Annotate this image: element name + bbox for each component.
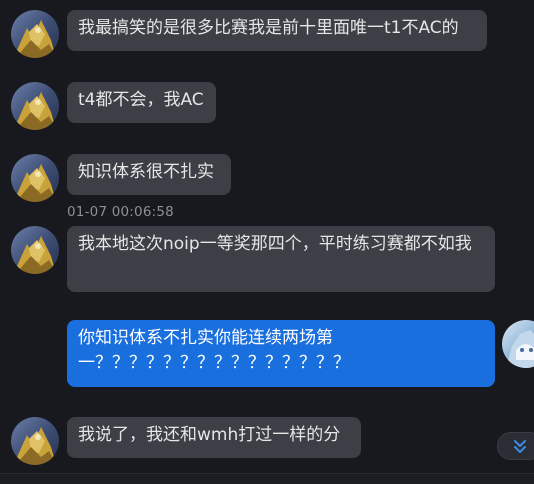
message-bubble[interactable]: 我本地这次noip一等奖那四个，平时练习赛都不如我 (67, 226, 495, 292)
contact-avatar[interactable] (11, 10, 59, 58)
message-text: 知识体系很不扎实 (78, 162, 214, 182)
message-timestamp: 01-07 00:06:58 (67, 204, 174, 220)
message-text: 你知识体系不扎实你能连续两场第一？？？？？？？？？？？？？？？ (78, 328, 350, 373)
contact-avatar[interactable] (11, 226, 59, 274)
contact-avatar[interactable] (11, 82, 59, 130)
scroll-to-bottom-button[interactable] (497, 432, 534, 460)
message-text: 我说了，我还和wmh打过一样的分 (78, 425, 341, 445)
message-text: 我最搞笑的是很多比赛我是前十里面唯一t1不AC的 (78, 18, 459, 38)
chat-history: 我最搞笑的是很多比赛我是前十里面唯一t1不AC的 t4都不会，我AC 知识体系很… (0, 0, 534, 484)
contact-avatar[interactable] (11, 417, 59, 465)
message-bubble[interactable]: 我最搞笑的是很多比赛我是前十里面唯一t1不AC的 (67, 10, 487, 51)
message-text: 我本地这次noip一等奖那四个，平时练习赛都不如我 (78, 234, 472, 254)
message-bubble[interactable]: t4都不会，我AC (67, 82, 216, 123)
message-bubble[interactable]: 我说了，我还和wmh打过一样的分 (67, 417, 361, 458)
message-text: t4都不会，我AC (78, 90, 204, 110)
contact-avatar[interactable] (11, 154, 59, 202)
message-bubble-self[interactable]: 你知识体系不扎实你能连续两场第一？？？？？？？？？？？？？？？ (67, 320, 495, 387)
double-chevron-down-icon (514, 440, 526, 453)
message-bubble[interactable]: 知识体系很不扎实 (67, 154, 231, 195)
self-avatar[interactable] (502, 320, 534, 368)
input-area-edge (0, 473, 534, 484)
